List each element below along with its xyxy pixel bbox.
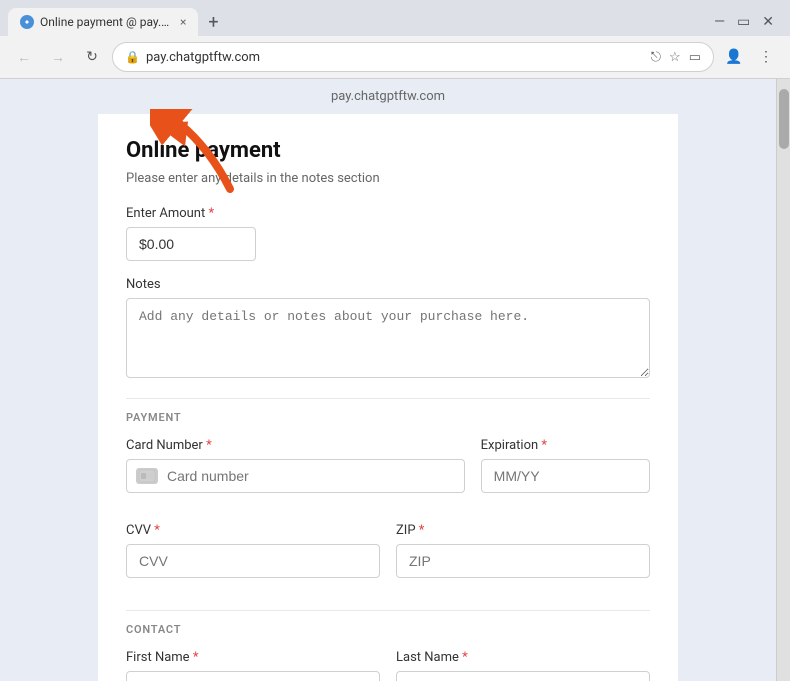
nav-right-icons: 👤 ⋮	[720, 43, 780, 71]
first-name-required: *	[193, 650, 199, 665]
first-name-field-group: First Name *	[126, 650, 380, 681]
cvv-zip-row: CVV * ZIP *	[126, 523, 650, 594]
domain-header: pay.chatgptftw.com	[0, 79, 776, 114]
cvv-input[interactable]	[126, 544, 380, 578]
card-number-wrapper	[126, 459, 465, 493]
cvv-field-group: CVV *	[126, 523, 380, 578]
tab-close-btn[interactable]: ×	[180, 15, 186, 29]
form-subtitle: Please enter any details in the notes se…	[126, 171, 650, 186]
tab-favicon	[20, 15, 34, 29]
payment-section-label: PAYMENT	[126, 411, 650, 424]
card-chip-icon	[136, 468, 158, 484]
browser-chrome: Online payment @ pay.chatgptftw. × + — ▭…	[0, 0, 790, 79]
notes-textarea[interactable]	[126, 298, 650, 378]
menu-button[interactable]: ⋮	[752, 43, 780, 71]
zip-required: *	[419, 523, 425, 538]
amount-input[interactable]	[126, 227, 256, 261]
page-wrapper: FIAK77 pay.chatgptftw.com Online payment…	[0, 79, 790, 681]
profile-button[interactable]: 👤	[720, 43, 748, 71]
tab-title: Online payment @ pay.chatgptftw.	[40, 15, 170, 29]
page-content: FIAK77 pay.chatgptftw.com Online payment…	[0, 79, 776, 681]
form-title: Online payment	[126, 138, 650, 163]
payment-divider	[126, 398, 650, 399]
last-name-required: *	[462, 650, 468, 665]
expiration-field-group: Expiration *	[481, 438, 650, 493]
tab-bar: Online payment @ pay.chatgptftw. × + — ▭…	[0, 0, 790, 36]
card-expiry-row: Card Number *	[126, 438, 650, 509]
refresh-button[interactable]: ↻	[78, 43, 106, 71]
zip-input[interactable]	[396, 544, 650, 578]
notes-field-group: Notes	[126, 277, 650, 382]
new-tab-button[interactable]: +	[202, 12, 224, 33]
form-container: Online payment Please enter any details …	[98, 114, 678, 681]
first-name-label: First Name *	[126, 650, 380, 665]
last-name-label: Last Name *	[396, 650, 650, 665]
contact-divider	[126, 610, 650, 611]
restore-icon[interactable]: ▭	[737, 14, 750, 30]
card-number-label: Card Number *	[126, 438, 465, 453]
card-number-field-group: Card Number *	[126, 438, 465, 493]
close-window-icon[interactable]: ✕	[762, 14, 774, 30]
expiration-input[interactable]	[481, 459, 650, 493]
bookmark-icon[interactable]: ☆	[669, 50, 681, 65]
minimize-icon[interactable]: —	[714, 14, 725, 30]
address-bar[interactable]: 🔒 pay.chatgptftw.com ⎋ ☆ ▭	[112, 42, 714, 72]
amount-required: *	[208, 206, 214, 221]
navigation-bar: ← → ↻ 🔒 pay.chatgptftw.com ⎋ ☆ ▭ 👤 ⋮	[0, 36, 790, 78]
cvv-label: CVV *	[126, 523, 380, 538]
expiration-label: Expiration *	[481, 438, 650, 453]
name-row: First Name * Last Name *	[126, 650, 650, 681]
card-required: *	[206, 438, 212, 453]
address-bar-actions: ⎋ ☆ ▭	[651, 50, 701, 65]
lock-icon: 🔒	[125, 50, 140, 64]
last-name-field-group: Last Name *	[396, 650, 650, 681]
notes-label: Notes	[126, 277, 650, 292]
scrollbar-thumb[interactable]	[779, 89, 789, 149]
forward-button[interactable]: →	[44, 43, 72, 71]
expiry-required: *	[541, 438, 547, 453]
url-text: pay.chatgptftw.com	[146, 50, 645, 65]
zip-label: ZIP *	[396, 523, 650, 538]
amount-label: Enter Amount *	[126, 206, 650, 221]
back-button[interactable]: ←	[10, 43, 38, 71]
card-number-input[interactable]	[126, 459, 465, 493]
amount-field-group: Enter Amount *	[126, 206, 650, 261]
split-view-icon[interactable]: ▭	[689, 50, 701, 65]
active-tab[interactable]: Online payment @ pay.chatgptftw. ×	[8, 8, 198, 36]
contact-section-label: CONTACT	[126, 623, 650, 636]
domain-text: pay.chatgptftw.com	[331, 89, 445, 104]
cvv-required: *	[154, 523, 160, 538]
share-icon[interactable]: ⎋	[651, 50, 661, 65]
scrollbar[interactable]	[776, 79, 790, 681]
tab-right-controls: — ▭ ✕	[714, 14, 782, 30]
zip-field-group: ZIP *	[396, 523, 650, 578]
